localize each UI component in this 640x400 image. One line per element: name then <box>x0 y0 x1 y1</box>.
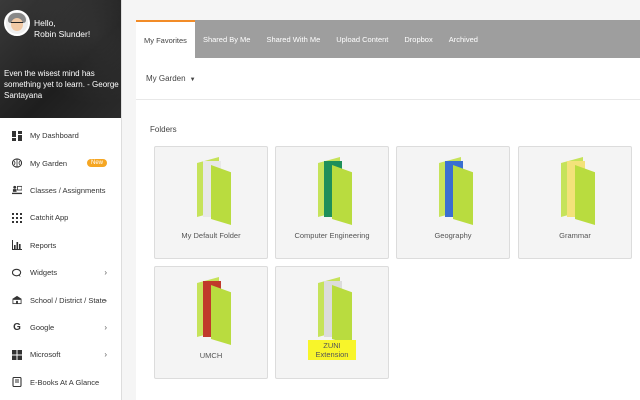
folder-name: Grammar <box>559 231 591 240</box>
folder-card-my-default-folder[interactable]: My Default Folder <box>154 146 268 259</box>
folder-icon <box>318 277 352 345</box>
folder-icon <box>561 157 595 225</box>
bar-chart-icon <box>12 240 22 251</box>
folder-name: Geography <box>434 231 472 240</box>
folder-name: Computer Engineering <box>294 231 370 240</box>
folder-icon <box>439 157 473 225</box>
sidebar-item-school-district-state[interactable]: School / District / State › <box>0 286 121 313</box>
folder-name: UMCH <box>199 351 223 360</box>
chevron-right-icon: › <box>104 295 107 305</box>
sidebar-item-reports[interactable]: Reports <box>0 232 121 259</box>
sidebar-item-classes-assignments[interactable]: Classes / Assignments <box>0 177 121 204</box>
sidebar: Hello, Robin Slunder! Even the wisest mi… <box>0 0 122 400</box>
sidebar-item-label: School / District / State <box>30 295 106 305</box>
content-card: My Garden ▼ Folders My Default Folder Com… <box>136 58 640 400</box>
folder-icon <box>318 157 352 225</box>
tab-dropbox[interactable]: Dropbox <box>396 20 440 58</box>
avatar[interactable] <box>4 10 30 36</box>
profile-banner: Hello, Robin Slunder! Even the wisest mi… <box>0 0 121 118</box>
quote: Even the wisest mind has something yet t… <box>4 69 119 100</box>
sidebar-item-label: Reports <box>30 240 57 250</box>
greeting-hello: Hello, <box>34 18 56 28</box>
sidebar-item-label: Catchit App <box>30 213 69 223</box>
folder-card-zuni-extension[interactable]: ZUNI Extension <box>275 266 389 379</box>
sidebar-item-microsoft[interactable]: Microsoft › <box>0 341 121 368</box>
tab-upload-content[interactable]: Upload Content <box>328 20 396 58</box>
garden-dropdown[interactable]: My Garden ▼ <box>146 74 196 83</box>
sidebar-item-label: Classes / Assignments <box>30 185 106 195</box>
folder-card-computer-engineering[interactable]: Computer Engineering <box>275 146 389 259</box>
chevron-right-icon: › <box>104 322 107 332</box>
divider <box>136 99 640 100</box>
tab-my-favorites[interactable]: My Favorites <box>136 20 195 58</box>
sidebar-item-label: Widgets <box>30 268 58 278</box>
tab-bar: My Favorites Shared By Me Shared With Me… <box>136 20 640 58</box>
sidebar-item-widgets[interactable]: Widgets › <box>0 259 121 286</box>
folder-name: ZUNI Extension <box>308 340 356 360</box>
sidebar-item-my-dashboard[interactable]: My Dashboard <box>0 122 121 149</box>
new-badge: New <box>86 159 107 168</box>
grid-icon <box>12 212 22 223</box>
chevron-right-icon: › <box>104 268 107 278</box>
sidebar-item-my-garden[interactable]: My Garden New <box>0 149 121 176</box>
folders-heading: Folders <box>150 125 177 134</box>
tab-shared-with-me[interactable]: Shared With Me <box>258 20 328 58</box>
sidebar-item-label: My Dashboard <box>30 131 79 141</box>
sidebar-item-label: E-Books At A Glance <box>30 377 100 387</box>
sidebar-item-google[interactable]: G Google › <box>0 314 121 341</box>
folder-card-grammar[interactable]: Grammar <box>518 146 632 259</box>
sidebar-item-catchit-app[interactable]: Catchit App <box>0 204 121 231</box>
sidebar-item-label: Google <box>30 322 55 332</box>
school-icon <box>12 295 22 305</box>
brain-icon <box>12 158 22 168</box>
tab-archived[interactable]: Archived <box>441 20 486 58</box>
greeting: Hello, Robin Slunder! <box>34 18 90 40</box>
google-icon: G <box>13 321 21 333</box>
book-icon <box>12 377 22 388</box>
sidebar-nav: My Dashboard My Garden New Classes / Ass… <box>0 118 121 396</box>
garden-dropdown-label: My Garden <box>146 74 186 83</box>
folder-card-umch[interactable]: UMCH <box>154 266 268 379</box>
sidebar-item-label: My Garden <box>30 158 68 168</box>
windows-icon <box>12 349 22 360</box>
folder-icon <box>197 277 231 345</box>
sidebar-item-ebooks[interactable]: E-Books At A Glance <box>0 369 121 396</box>
classroom-icon <box>12 185 22 195</box>
chat-icon <box>12 268 22 278</box>
folder-name: My Default Folder <box>181 231 241 240</box>
main-content: My Favorites Shared By Me Shared With Me… <box>122 0 640 400</box>
folder-card-geography[interactable]: Geography <box>396 146 510 259</box>
caret-down-icon: ▼ <box>189 77 196 83</box>
dashboard-icon <box>12 130 22 141</box>
folder-icon <box>197 157 231 225</box>
chevron-right-icon: › <box>104 350 107 360</box>
sidebar-item-label: Microsoft <box>30 350 61 360</box>
user-name: Robin Slunder! <box>34 29 91 39</box>
tab-shared-by-me[interactable]: Shared By Me <box>195 20 259 58</box>
